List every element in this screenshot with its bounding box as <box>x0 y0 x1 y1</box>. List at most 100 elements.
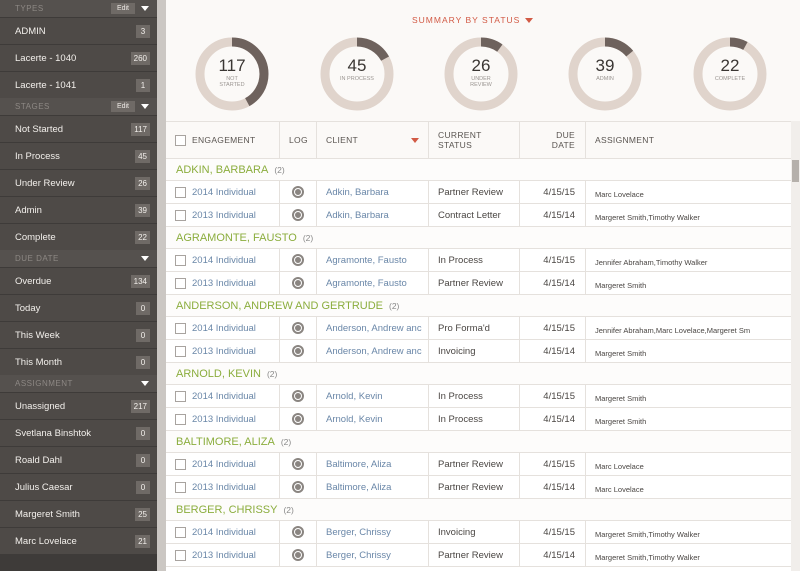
row-checkbox[interactable] <box>175 345 186 357</box>
filter-assignee-svetlana-binshtok[interactable]: Svetlana Binshtok 0 <box>0 420 157 446</box>
sidebar-scrollbar[interactable] <box>157 0 166 571</box>
clock-icon[interactable] <box>292 481 304 493</box>
table-scrollbar[interactable] <box>791 121 800 571</box>
column-current-status[interactable]: CURRENT STATUS <box>429 122 520 158</box>
clock-icon[interactable] <box>292 526 304 538</box>
types-collapse-icon[interactable] <box>141 6 149 11</box>
stat-ring-in-process[interactable]: 45 IN PROCESS <box>319 36 395 112</box>
table-row[interactable]: 2013 Individual Agramonte, Fausto Partner … <box>166 272 791 295</box>
table-row[interactable]: 2014 Individual Berger, Chrissy Invoicing 4… <box>166 521 791 544</box>
client-group-header[interactable]: BERGER, CHRISSY (2) <box>166 499 791 521</box>
column-engagement[interactable]: ENGAGEMENT <box>166 122 280 158</box>
engagement-link[interactable]: 2013 Individual <box>192 210 256 221</box>
stages-edit-button[interactable]: Edit <box>110 101 135 112</box>
filter-stage-admin[interactable]: Admin 39 <box>0 197 157 223</box>
client-link[interactable]: Agramonte, Fausto <box>326 278 407 289</box>
clock-icon[interactable] <box>292 209 304 221</box>
due-date-collapse-icon[interactable] <box>141 256 149 261</box>
client-link[interactable]: Agramonte, Fausto <box>326 255 407 266</box>
engagement-link[interactable]: 2014 Individual <box>192 255 256 266</box>
table-row[interactable]: 2014 Individual Baltimore, Aliza Partner R… <box>166 453 791 476</box>
filter-assignee-julius-caesar[interactable]: Julius Caesar 0 <box>0 474 157 500</box>
filter-due-overdue[interactable]: Overdue 134 <box>0 268 157 294</box>
client-link[interactable]: Baltimore, Aliza <box>326 459 391 470</box>
row-checkbox[interactable] <box>175 254 186 266</box>
row-checkbox[interactable] <box>175 413 186 425</box>
row-checkbox[interactable] <box>175 186 186 198</box>
client-link[interactable]: Berger, Chrissy <box>326 550 391 561</box>
stat-ring-complete[interactable]: 22 COMPLETE <box>692 36 768 112</box>
clock-icon[interactable] <box>292 390 304 402</box>
filter-assignee-roald-dahl[interactable]: Roald Dahl 0 <box>0 447 157 473</box>
client-link[interactable]: Baltimore, Aliza <box>326 482 391 493</box>
filter-type-lacerte-1040[interactable]: Lacerte - 1040 260 <box>0 45 157 71</box>
engagement-link[interactable]: 2014 Individual <box>192 187 256 198</box>
client-link[interactable]: Anderson, Andrew anc <box>326 346 422 357</box>
client-group-header[interactable]: ARNOLD, KEVIN (2) <box>166 363 791 385</box>
row-checkbox[interactable] <box>175 549 186 561</box>
clock-icon[interactable] <box>292 254 304 266</box>
client-link[interactable]: Adkin, Barbara <box>326 187 389 198</box>
engagement-link[interactable]: 2013 Individual <box>192 550 256 561</box>
client-group-header[interactable]: BALTIMORE, ALIZA (2) <box>166 431 791 453</box>
table-row[interactable]: 2013 Individual Berger, Chrissy Partner Re… <box>166 544 791 567</box>
column-assignment[interactable]: ASSIGNMENT <box>586 122 791 158</box>
column-due-date[interactable]: DUE DATE <box>520 122 586 158</box>
types-edit-button[interactable]: Edit <box>110 3 135 14</box>
table-row[interactable]: 2014 Individual Arnold, Kevin In Process 4/… <box>166 385 791 408</box>
stages-collapse-icon[interactable] <box>141 104 149 109</box>
table-row[interactable]: 2013 Individual Arnold, Kevin In Process 4/… <box>166 408 791 431</box>
row-checkbox[interactable] <box>175 322 186 334</box>
column-client[interactable]: CLIENT <box>317 122 429 158</box>
filter-stage-complete[interactable]: Complete 22 <box>0 224 157 250</box>
assignment-collapse-icon[interactable] <box>141 381 149 386</box>
clock-icon[interactable] <box>292 413 304 425</box>
table-row[interactable]: 2014 Individual Anderson, Andrew anc Pro F… <box>166 317 791 340</box>
client-link[interactable]: Arnold, Kevin <box>326 391 383 402</box>
filter-assignee-margeret-smith[interactable]: Margeret Smith 25 <box>0 501 157 527</box>
clock-icon[interactable] <box>292 277 304 289</box>
engagement-link[interactable]: 2013 Individual <box>192 482 256 493</box>
filter-assignee-marc-lovelace[interactable]: Marc Lovelace 21 <box>0 528 157 554</box>
clock-icon[interactable] <box>292 322 304 334</box>
engagement-link[interactable]: 2013 Individual <box>192 414 256 425</box>
filter-due-this-month[interactable]: This Month 0 <box>0 349 157 375</box>
clock-icon[interactable] <box>292 458 304 470</box>
clock-icon[interactable] <box>292 549 304 561</box>
filter-stage-not-started[interactable]: Not Started 117 <box>0 116 157 142</box>
client-link[interactable]: Berger, Chrissy <box>326 527 391 538</box>
row-checkbox[interactable] <box>175 209 186 221</box>
column-log[interactable]: LOG <box>280 122 317 158</box>
filter-stage-in-process[interactable]: In Process 45 <box>0 143 157 169</box>
filter-type-lacerte-1041[interactable]: Lacerte - 1041 1 <box>0 72 157 98</box>
table-row[interactable]: 2013 Individual Anderson, Andrew anc Invoi… <box>166 340 791 363</box>
client-group-header[interactable]: ANDERSON, ANDREW AND GERTRUDE (2) <box>166 295 791 317</box>
engagement-link[interactable]: 2013 Individual <box>192 346 256 357</box>
summary-dropdown[interactable]: SUMMARY BY STATUS <box>412 15 534 25</box>
filter-stage-under-review[interactable]: Under Review 26 <box>0 170 157 196</box>
filter-due-today[interactable]: Today 0 <box>0 295 157 321</box>
engagement-link[interactable]: 2014 Individual <box>192 459 256 470</box>
row-checkbox[interactable] <box>175 458 186 470</box>
table-row[interactable]: 2013 Individual Baltimore, Aliza Partner R… <box>166 476 791 499</box>
engagement-link[interactable]: 2014 Individual <box>192 527 256 538</box>
select-all-checkbox[interactable] <box>175 134 186 146</box>
client-link[interactable]: Adkin, Barbara <box>326 210 389 221</box>
row-checkbox[interactable] <box>175 277 186 289</box>
table-row[interactable]: 2013 Individual Adkin, Barbara Contract Le… <box>166 204 791 227</box>
client-group-header[interactable]: ADKIN, BARBARA (2) <box>166 159 791 181</box>
client-link[interactable]: Arnold, Kevin <box>326 414 383 425</box>
stat-ring-admin[interactable]: 39 ADMIN <box>567 36 643 112</box>
client-group-header[interactable]: AGRAMONTE, FAUSTO (2) <box>166 227 791 249</box>
row-checkbox[interactable] <box>175 390 186 402</box>
clock-icon[interactable] <box>292 186 304 198</box>
engagement-link[interactable]: 2014 Individual <box>192 323 256 334</box>
stat-ring-under-review[interactable]: 26 UNDER REVIEW <box>443 36 519 112</box>
table-row[interactable]: 2014 Individual Agramonte, Fausto In Proce… <box>166 249 791 272</box>
scrollbar-thumb[interactable] <box>792 160 799 182</box>
filter-assignee-unassigned[interactable]: Unassigned 217 <box>0 393 157 419</box>
row-checkbox[interactable] <box>175 481 186 493</box>
filter-type-admin[interactable]: ADMIN 3 <box>0 18 157 44</box>
filter-due-this-week[interactable]: This Week 0 <box>0 322 157 348</box>
clock-icon[interactable] <box>292 345 304 357</box>
